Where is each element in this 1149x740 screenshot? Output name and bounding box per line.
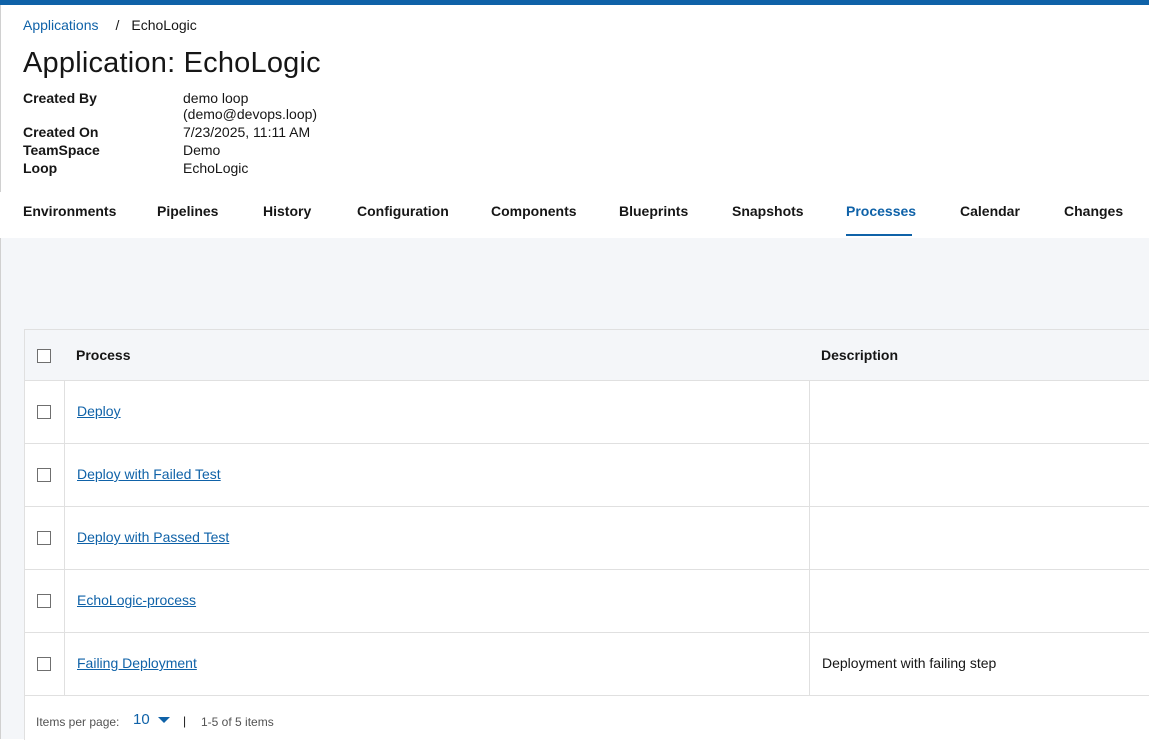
- tab-processes[interactable]: Processes: [846, 203, 916, 219]
- table-row: Deploy with Passed Test: [25, 507, 1149, 570]
- page-title: Application: EchoLogic: [23, 47, 321, 79]
- created-on-row: Created On 7/23/2025, 11:11 AM: [23, 124, 333, 140]
- pagination-separator: |: [183, 714, 187, 728]
- row-checkbox[interactable]: [37, 531, 51, 545]
- breadcrumb: Applications / EchoLogic: [23, 17, 197, 33]
- tab-calendar[interactable]: Calendar: [960, 203, 1020, 219]
- row-divider: [64, 633, 65, 695]
- select-all-checkbox[interactable]: [37, 349, 51, 363]
- row-checkbox[interactable]: [37, 594, 51, 608]
- table-row: Deploy with Failed Test: [25, 444, 1149, 507]
- tab-pipelines[interactable]: Pipelines: [157, 203, 218, 219]
- table-row: Failing Deployment Deployment with faili…: [25, 633, 1149, 696]
- created-by-value: demo loop (demo@devops.loop): [183, 90, 318, 122]
- column-divider: [809, 507, 810, 569]
- tab-snapshots[interactable]: Snapshots: [732, 203, 804, 219]
- breadcrumb-current: EchoLogic: [131, 17, 197, 33]
- items-per-page-value: 10: [133, 711, 150, 728]
- items-per-page-label: Items per page:: [36, 715, 120, 729]
- row-divider: [64, 507, 65, 569]
- teamspace-label: TeamSpace: [23, 142, 100, 158]
- column-divider: [809, 570, 810, 632]
- tab-changes[interactable]: Changes: [1064, 203, 1123, 219]
- process-link-deploy[interactable]: Deploy: [77, 403, 121, 419]
- process-link-deploy-with-failed-test[interactable]: Deploy with Failed Test: [77, 466, 221, 482]
- process-description: Deployment with failing step: [822, 655, 997, 671]
- process-column-header[interactable]: Process: [76, 347, 130, 363]
- items-per-page-select[interactable]: 10: [133, 711, 170, 728]
- chevron-down-icon: [157, 716, 170, 723]
- description-column-header[interactable]: Description: [821, 347, 898, 363]
- created-by-label: Created By: [23, 90, 97, 106]
- loop-label: Loop: [23, 160, 58, 176]
- tab-blueprints[interactable]: Blueprints: [619, 203, 688, 219]
- tab-history[interactable]: History: [263, 203, 311, 219]
- created-by-row: Created By demo loop (demo@devops.loop): [23, 90, 333, 122]
- top-accent-bar: [0, 0, 1149, 5]
- row-divider: [64, 444, 65, 506]
- tab-configuration[interactable]: Configuration: [357, 203, 449, 219]
- table-row: EchoLogic-process: [25, 570, 1149, 633]
- row-checkbox[interactable]: [37, 468, 51, 482]
- application-details: Created By demo loop (demo@devops.loop) …: [23, 90, 333, 178]
- process-link-failing-deployment[interactable]: Failing Deployment: [77, 655, 197, 671]
- loop-value: EchoLogic: [183, 160, 249, 176]
- row-divider: [64, 381, 65, 443]
- created-on-label: Created On: [23, 124, 99, 140]
- table-header: Process Description: [25, 330, 1149, 381]
- application-tabs: Environments Pipelines History Configura…: [0, 192, 1149, 238]
- breadcrumb-separator: /: [115, 17, 120, 33]
- items-range-text: 1-5 of 5 items: [201, 715, 274, 729]
- column-divider: [809, 381, 810, 443]
- table-row: Deploy: [25, 381, 1149, 444]
- process-link-echologic-process[interactable]: EchoLogic-process: [77, 592, 196, 608]
- pagination-bar: Items per page: 10 | 1-5 of 5 items: [25, 696, 1149, 740]
- column-divider: [809, 633, 810, 695]
- teamspace-row: TeamSpace Demo: [23, 142, 333, 158]
- loop-row: Loop EchoLogic: [23, 160, 333, 176]
- active-tab-indicator: [846, 234, 912, 236]
- column-divider: [809, 444, 810, 506]
- row-checkbox[interactable]: [37, 405, 51, 419]
- tab-components[interactable]: Components: [491, 203, 577, 219]
- teamspace-value: Demo: [183, 142, 221, 158]
- breadcrumb-applications-link[interactable]: Applications: [23, 17, 99, 33]
- process-link-deploy-with-passed-test[interactable]: Deploy with Passed Test: [77, 529, 229, 545]
- row-checkbox[interactable]: [37, 657, 51, 671]
- created-on-value: 7/23/2025, 11:11 AM: [183, 124, 311, 140]
- tab-environments[interactable]: Environments: [23, 203, 116, 219]
- row-divider: [64, 570, 65, 632]
- processes-table: Process Description Deploy Deploy with F…: [24, 329, 1149, 740]
